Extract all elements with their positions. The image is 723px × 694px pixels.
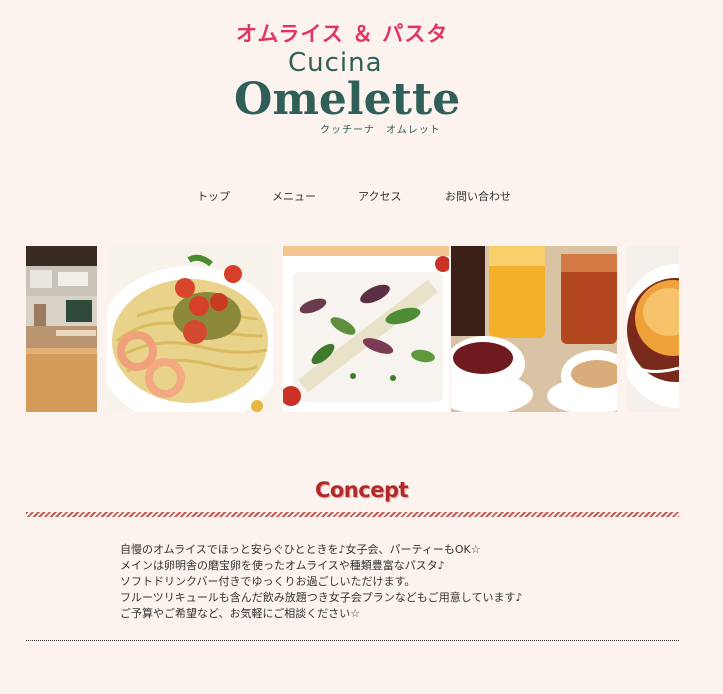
concept-divider bbox=[26, 512, 679, 517]
bottom-divider bbox=[26, 640, 679, 641]
restaurant-interior-photo[interactable] bbox=[26, 246, 97, 412]
omelette-rice-photo[interactable] bbox=[627, 246, 679, 412]
concept-text: 自慢のオムライスでほっと安らぐひとときを♪女子会、パーティーもOK☆ メインは卵… bbox=[120, 542, 640, 622]
nav-item-access[interactable]: アクセス bbox=[358, 188, 401, 204]
carpaccio-salad-photo[interactable] bbox=[283, 246, 449, 412]
nav-item-menu[interactable]: メニュー bbox=[272, 188, 316, 204]
page: オムライス ＆ パスタ Cucina Omelette クッチーナ オムレット … bbox=[0, 0, 723, 694]
main-nav: トップ メニュー アクセス お問い合わせ bbox=[0, 188, 723, 206]
photo-gallery[interactable] bbox=[26, 246, 679, 412]
concept-line: メインは卵明舎の磨宝卵を使ったオムライスや種類豊富なパスタ♪ bbox=[120, 559, 445, 572]
drinks-photo[interactable] bbox=[451, 246, 617, 412]
site-logo[interactable]: オムライス ＆ パスタ Cucina Omelette クッチーナ オムレット bbox=[230, 18, 460, 138]
logo-tagline: オムライス ＆ パスタ bbox=[236, 22, 449, 46]
logo-name-kana: クッチーナ オムレット bbox=[320, 125, 441, 136]
concept-line: ご予算やご希望など、お気軽にご相談ください☆ bbox=[120, 607, 361, 620]
concept-line: フルーツリキュールも含んだ飲み放題つき女子会プランなどもご用意しています♪ bbox=[120, 591, 523, 604]
nav-item-contact[interactable]: お問い合わせ bbox=[445, 188, 511, 204]
logo-name-large: Omelette bbox=[234, 74, 461, 125]
concept-heading: Concept bbox=[314, 478, 409, 502]
concept-line: 自慢のオムライスでほっと安らぐひとときを♪女子会、パーティーもOK☆ bbox=[120, 543, 481, 556]
nav-item-top[interactable]: トップ bbox=[197, 188, 230, 204]
shrimp-tomato-pasta-photo[interactable] bbox=[107, 246, 273, 412]
concept-line: ソフトドリンクバー付きでゆっくりお過ごしいただけます。 bbox=[120, 575, 416, 588]
